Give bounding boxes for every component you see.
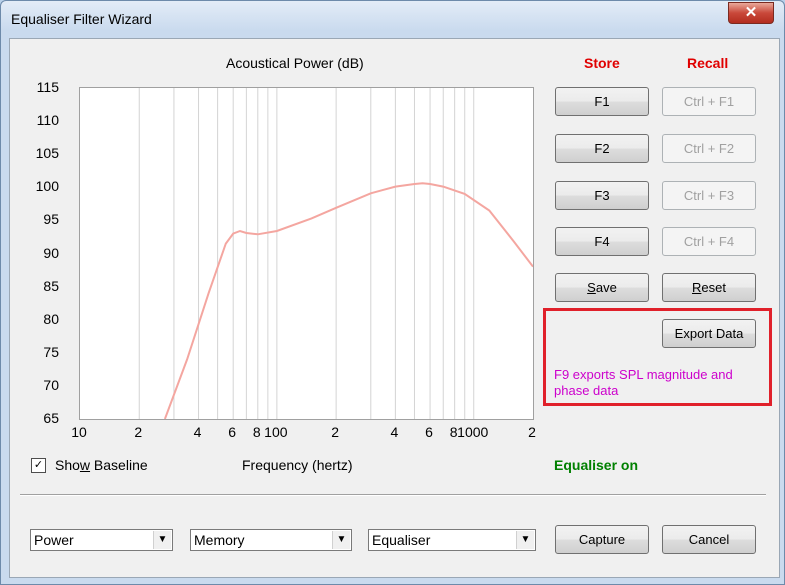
x-tick-label: 8 [252,424,261,440]
window-title: Equaliser Filter Wizard [11,11,152,27]
y-tick-label: 85 [43,277,59,294]
x-tick-label: 6 [425,424,433,440]
chart-title: Acoustical Power (dB) [226,55,364,71]
checkmark-icon: ✓ [33,459,44,471]
export-note: F9 exports SPL magnitude and phase data [554,367,733,398]
x-tick-label: 2 [528,424,536,440]
recall-f3-button[interactable]: Ctrl + F3 [662,181,756,210]
title-bar: Equaliser Filter Wizard ✕ [1,1,784,37]
recall-f2-button[interactable]: Ctrl + F2 [662,134,756,163]
chevron-down-icon[interactable]: ▼ [332,531,350,549]
recall-f4-button[interactable]: Ctrl + F4 [662,227,756,256]
series-line [163,182,534,420]
x-tick-label: 6 [228,424,237,440]
x-axis-title: Frequency (hertz) [242,457,353,473]
x-tick-label: 1000 [457,424,489,440]
store-f1-button[interactable]: F1 [555,87,649,116]
dialog-client-area: Acoustical Power (dB) 115 110 105 100 95 90 85… [9,38,780,578]
store-f4-button[interactable]: F4 [555,227,649,256]
power-select[interactable]: Power ▼ [30,529,173,551]
chart-svg [138,88,534,420]
y-tick-label: 80 [43,310,59,327]
equaliser-status: Equaliser on [554,457,639,473]
divider [20,494,766,496]
show-baseline-label[interactable]: Show Baseline [55,457,148,473]
capture-button[interactable]: Capture [555,525,649,554]
x-tick-label: 4 [390,424,399,440]
cancel-button[interactable]: Cancel [662,525,756,554]
dialog-window: Equaliser Filter Wizard ✕ Acoustical Pow… [0,0,785,585]
store-f2-button[interactable]: F2 [555,134,649,163]
y-tick-label: 110 [36,112,59,129]
reset-button[interactable]: Reset [662,273,756,302]
memory-select[interactable]: Memory ▼ [190,529,352,551]
y-tick-label: 105 [35,145,59,162]
y-tick-label: 90 [43,244,59,261]
chevron-down-icon[interactable]: ▼ [153,531,171,549]
store-f3-button[interactable]: F3 [555,181,649,210]
x-tick-label: 4 [193,424,202,440]
recall-label: Recall [687,55,729,71]
x-tick-label: 10 [71,424,87,440]
chevron-down-icon[interactable]: ▼ [516,531,534,549]
y-tick-label: 100 [35,178,59,195]
close-button[interactable]: ✕ [728,2,774,24]
y-tick-label: 115 [36,79,59,95]
y-tick-label: 95 [43,211,59,228]
y-tick-label: 65 [43,410,59,426]
y-tick-label: 75 [43,343,59,360]
x-tick-label: 2 [134,424,143,440]
chart-plot-area [79,87,534,420]
x-tick-label: 2 [331,424,340,440]
save-button[interactable]: Save [555,273,649,302]
recall-f1-button[interactable]: Ctrl + F1 [662,87,756,116]
show-baseline-checkbox[interactable]: ✓ [31,458,46,473]
x-tick-label: 100 [264,424,288,440]
y-tick-label: 70 [43,376,59,393]
close-icon: ✕ [744,4,758,21]
export-data-button[interactable]: Export Data [662,319,756,348]
store-label: Store [584,55,620,71]
equaliser-select[interactable]: Equaliser ▼ [368,529,536,551]
